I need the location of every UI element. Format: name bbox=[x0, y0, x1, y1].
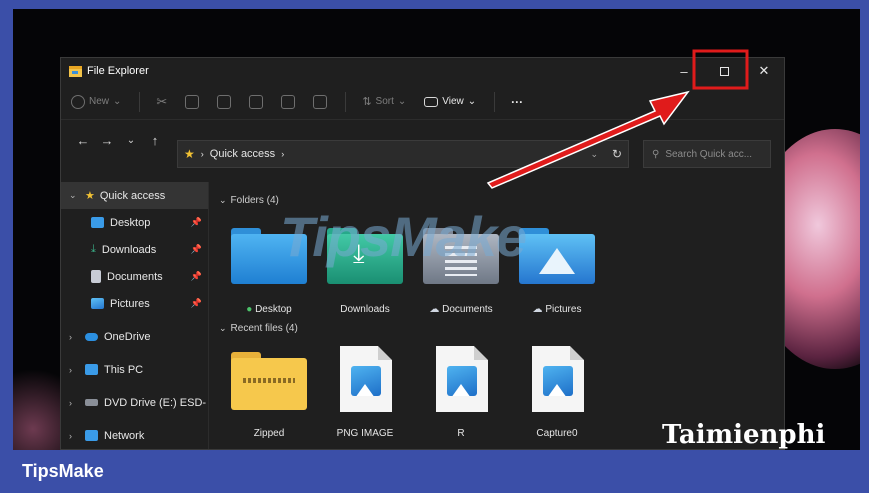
taimienphi-watermark: Taimienphi bbox=[662, 420, 826, 450]
footer-banner: TipsMake bbox=[0, 450, 869, 493]
footer-brand: TipsMake bbox=[22, 461, 104, 481]
screenshot-frame: File Explorer – ✕ New ⌄ ✂ ⇅ Sort ⌄ View … bbox=[0, 0, 869, 493]
maximize-highlight-box bbox=[692, 49, 749, 90]
annotation-arrow bbox=[486, 90, 690, 189]
